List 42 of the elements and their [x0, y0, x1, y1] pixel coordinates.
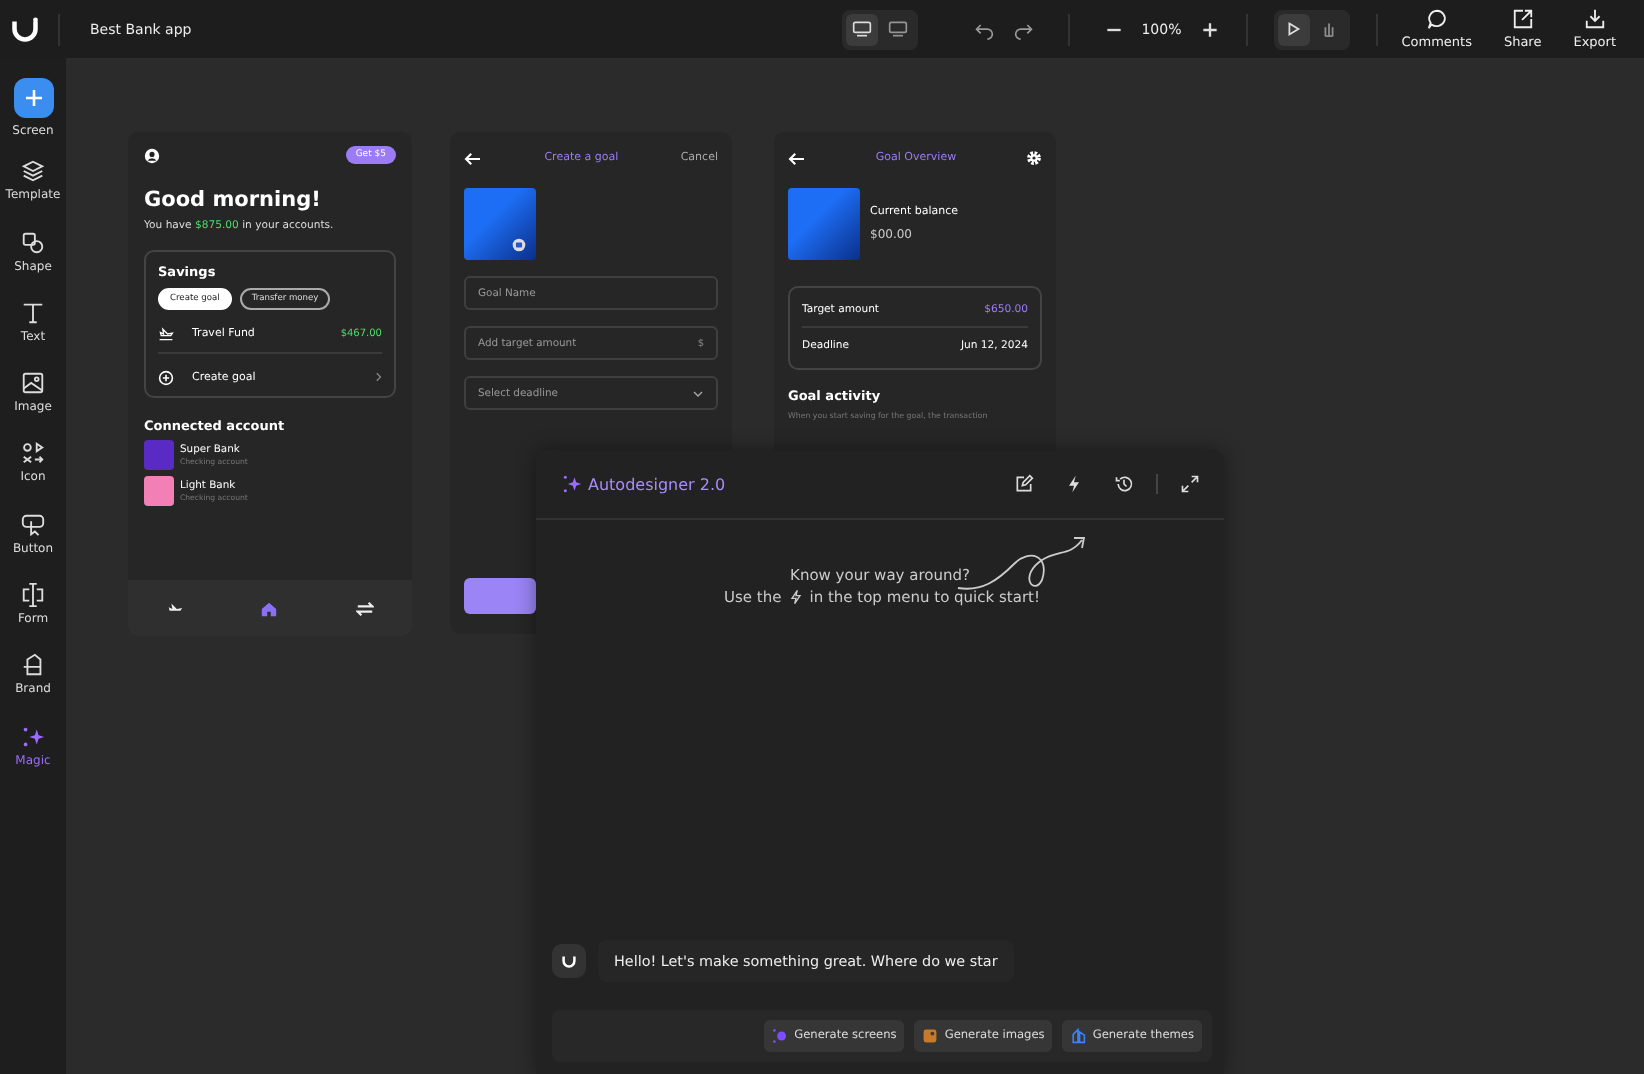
cursor-click-icon [20, 511, 46, 538]
lightning-icon[interactable] [1064, 474, 1084, 494]
greeting: Good morning! [144, 188, 323, 212]
panel-title: Autodesigner 2.0 [588, 475, 726, 493]
sparkle-icon [562, 474, 582, 494]
chevron-down-icon[interactable] [692, 389, 704, 397]
camera-icon[interactable] [512, 238, 526, 252]
zoom-in-icon[interactable] [1199, 19, 1220, 39]
text-field-icon [20, 582, 46, 609]
expand-icon[interactable] [1180, 474, 1200, 494]
redo-icon[interactable] [1013, 19, 1034, 39]
share-icon [1511, 8, 1534, 30]
photo-placeholder [788, 188, 860, 260]
back-arrow-icon[interactable] [464, 151, 482, 165]
history-icon[interactable] [1114, 474, 1134, 494]
chevron-right-icon[interactable] [374, 372, 382, 382]
bot-avatar [552, 944, 586, 978]
chat-bubble-icon [1425, 8, 1448, 30]
brand-icon [20, 652, 46, 679]
icons-icon [20, 440, 46, 467]
back-arrow-icon[interactable] [788, 151, 806, 165]
sparkle-icon [20, 723, 46, 750]
shapes-icon [20, 229, 46, 256]
image-icon [922, 1028, 939, 1044]
profile-icon[interactable] [144, 147, 160, 163]
text-icon [20, 299, 46, 326]
edit-icon[interactable] [1014, 474, 1034, 494]
settings-icon[interactable] [1025, 150, 1042, 166]
desktop-view-icon[interactable] [845, 13, 878, 45]
play-icon[interactable] [1277, 13, 1310, 45]
theme-icon [1070, 1028, 1087, 1044]
undo-icon[interactable] [973, 19, 994, 39]
add-circle-icon[interactable] [158, 369, 174, 385]
plus-icon [23, 88, 43, 108]
home-icon[interactable] [260, 599, 279, 617]
sparkle-icon [772, 1028, 789, 1044]
image-icon [20, 370, 46, 397]
lightning-icon [787, 588, 804, 606]
layers-icon [20, 158, 46, 185]
transfer-icon[interactable] [355, 599, 374, 617]
logo-icon [10, 16, 40, 42]
download-icon [1583, 8, 1606, 30]
